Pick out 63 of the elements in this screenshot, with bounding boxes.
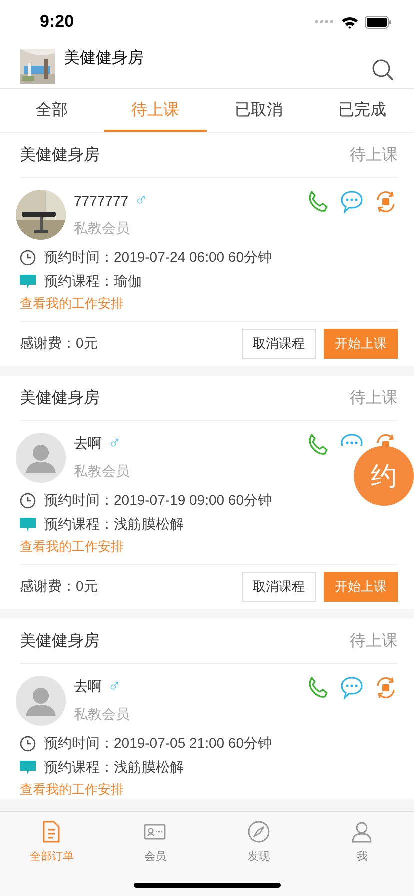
appointment-course: 预约课程：瑜伽: [44, 273, 142, 291]
swap-icon[interactable]: [374, 676, 398, 700]
board-icon: [20, 274, 36, 290]
compass-icon: [248, 821, 270, 843]
appointment-course: 预约课程：浅筋膜松解: [44, 516, 184, 534]
order-status: 待上课: [350, 388, 398, 408]
gym-name: 美健健身房: [20, 388, 100, 408]
cancel-course-button[interactable]: 取消课程: [242, 329, 316, 359]
nav-tab[interactable]: 会员: [144, 849, 166, 864]
schedule-link[interactable]: 查看我的工作安排: [20, 538, 398, 556]
search-icon[interactable]: [372, 59, 394, 81]
board-icon: [20, 517, 36, 533]
schedule-link[interactable]: 查看我的工作安排: [20, 781, 398, 799]
avatar-icon: [16, 433, 66, 483]
clock-icon: [20, 250, 36, 266]
appointment-time: 预约时间：2019-07-19 09:00 60分钟: [44, 492, 272, 510]
status-time: 9:20: [40, 12, 74, 32]
male-icon: ♂: [108, 676, 122, 697]
gym-name: 美健健身房: [20, 632, 100, 652]
male-icon: ♂: [108, 433, 122, 454]
member-role: 私教会员: [74, 220, 131, 238]
member-name: 去啊: [74, 678, 102, 696]
member-role: 私教会员: [74, 463, 131, 481]
clock-icon: [20, 493, 36, 509]
appointment-course: 预约课程：浅筋膜松解: [44, 759, 184, 777]
order-status: 待上课: [350, 632, 398, 652]
schedule-link[interactable]: 查看我的工作安排: [20, 295, 398, 313]
chat-icon[interactable]: [340, 676, 364, 700]
nav-tab[interactable]: 全部订单: [30, 849, 74, 864]
tab[interactable]: 全部: [0, 89, 104, 132]
battery-icon: [365, 16, 392, 28]
order-status: 待上课: [350, 146, 398, 166]
appointment-time: 预约时间：2019-07-05 21:00 60分钟: [44, 735, 272, 753]
nav-tab[interactable]: 发现: [248, 849, 270, 864]
swap-icon[interactable]: [374, 190, 398, 214]
appointment-time: 预约时间：2019-07-24 06:00 60分钟: [44, 249, 272, 267]
tab[interactable]: 已完成: [310, 89, 414, 132]
avatar-icon: [16, 676, 66, 726]
gym-name: 美健健身房: [20, 146, 100, 166]
tab[interactable]: 待上课: [104, 89, 207, 132]
document-icon: [40, 821, 63, 843]
clock-icon: [20, 736, 36, 752]
fee-text: 感谢费：0元: [20, 578, 98, 596]
person-icon: [351, 821, 374, 843]
signal-icon: [315, 19, 335, 25]
tab[interactable]: 已取消: [207, 89, 310, 132]
phone-icon[interactable]: [306, 676, 330, 700]
chat-icon[interactable]: [340, 190, 364, 214]
cancel-course-button[interactable]: 取消课程: [242, 572, 316, 602]
chat-icon[interactable]: [340, 433, 364, 446]
fee-text: 感谢费：0元: [20, 335, 98, 353]
member-name: 去啊: [74, 434, 102, 452]
nav-tab[interactable]: 我: [356, 849, 368, 864]
wifi-icon: [341, 16, 359, 28]
male-icon: ♂: [134, 190, 148, 211]
phone-icon[interactable]: [306, 433, 330, 457]
member-name: 7777777: [74, 192, 129, 208]
gym-name: 美健健身房: [64, 48, 145, 69]
start-class-button[interactable]: 开始上课: [324, 572, 398, 602]
phone-icon[interactable]: [306, 190, 330, 214]
start-class-button[interactable]: 开始上课: [324, 329, 398, 359]
board-icon: [20, 760, 36, 776]
member-role: 私教会员: [74, 706, 131, 724]
